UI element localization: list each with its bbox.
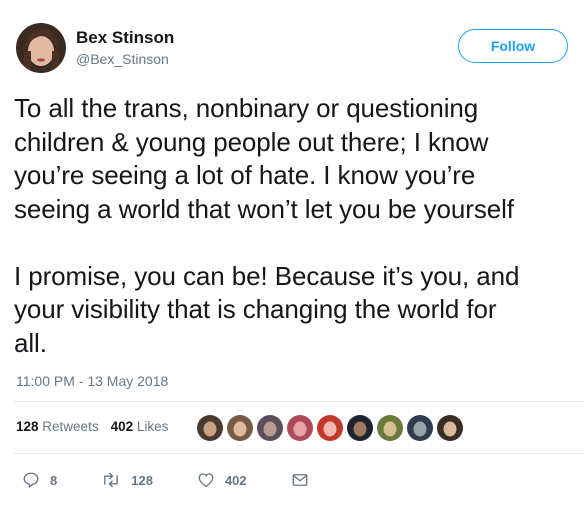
author-handle[interactable]: @Bex_Stinson bbox=[76, 51, 169, 67]
likes-label: Likes bbox=[136, 419, 169, 434]
liker-avatar[interactable] bbox=[437, 415, 463, 441]
tweet-timestamp[interactable]: 11:00 PM - 13 May 2018 bbox=[16, 373, 168, 389]
divider bbox=[14, 453, 584, 454]
engagement-stats: 128 Retweets 402 Likes bbox=[16, 419, 168, 434]
liker-avatar[interactable] bbox=[377, 415, 403, 441]
liker-avatar[interactable] bbox=[287, 415, 313, 441]
liker-avatar[interactable] bbox=[197, 415, 223, 441]
retweet-icon bbox=[104, 472, 119, 488]
envelope-icon bbox=[292, 474, 308, 486]
divider bbox=[14, 401, 584, 402]
retweets-label: Retweets bbox=[42, 419, 99, 434]
tweet-text: To all the trans, nonbinary or questioni… bbox=[14, 93, 520, 358]
retweet-count: 128 bbox=[131, 472, 153, 488]
likes-count: 402 bbox=[110, 419, 134, 434]
author-name[interactable]: Bex Stinson bbox=[76, 28, 174, 48]
liker-avatar[interactable] bbox=[407, 415, 433, 441]
tweet-actions: 8 128 402 bbox=[22, 471, 353, 489]
retweets-stat[interactable]: 128 Retweets bbox=[16, 419, 99, 434]
reply-icon bbox=[23, 472, 39, 489]
likes-stat[interactable]: 402 Likes bbox=[111, 419, 169, 434]
liker-avatar[interactable] bbox=[227, 415, 253, 441]
like-count: 402 bbox=[224, 472, 247, 488]
like-button[interactable]: 402 bbox=[197, 471, 247, 489]
follow-button[interactable]: Follow bbox=[458, 29, 568, 63]
retweets-count: 128 bbox=[16, 419, 39, 434]
author-avatar[interactable] bbox=[16, 23, 66, 73]
liker-avatar[interactable] bbox=[317, 415, 343, 441]
liker-avatar[interactable] bbox=[257, 415, 283, 441]
liker-avatars bbox=[197, 415, 463, 441]
retweet-button[interactable]: 128 bbox=[101, 471, 153, 489]
reply-count: 8 bbox=[50, 472, 58, 488]
liker-avatar[interactable] bbox=[347, 415, 373, 441]
direct-message-button[interactable] bbox=[291, 471, 309, 489]
reply-button[interactable]: 8 bbox=[22, 471, 57, 489]
heart-icon bbox=[198, 473, 214, 488]
